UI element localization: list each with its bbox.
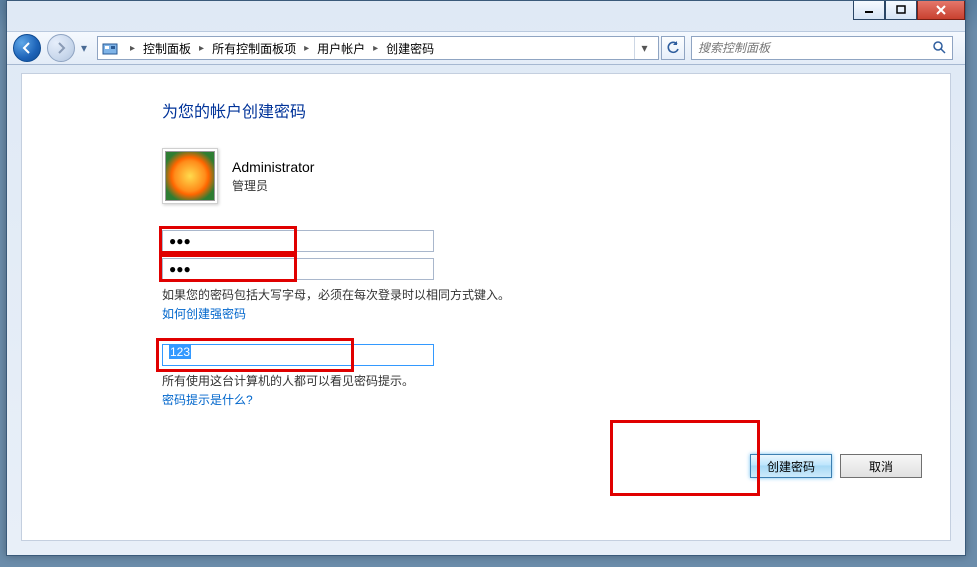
breadcrumb-segment[interactable]: 控制面板 (139, 40, 195, 57)
caps-warning-text: 如果您的密码包括大写字母，必须在每次登录时以相同方式键入。 (162, 286, 920, 303)
strong-password-link[interactable]: 如何创建强密码 (162, 305, 920, 322)
chevron-right-icon: ▸ (369, 43, 382, 54)
chevron-right-icon: ▸ (195, 43, 208, 54)
nav-forward-button[interactable] (47, 34, 75, 62)
breadcrumb-segment[interactable]: 所有控制面板项 (208, 40, 300, 57)
window-frame: ▾ ▸ 控制面板 ▸ 所有控制面板项 ▸ 用户帐户 ▸ 创建密码 ▾ 为您的帐户… (6, 0, 966, 556)
refresh-button[interactable] (661, 36, 685, 60)
nav-history-dropdown[interactable]: ▾ (77, 38, 91, 58)
highlight-box (610, 420, 760, 496)
close-button[interactable] (917, 0, 965, 20)
chevron-right-icon: ▸ (300, 43, 313, 54)
control-panel-icon (102, 40, 120, 56)
breadcrumb-segment[interactable]: 创建密码 (382, 40, 438, 57)
address-dropdown[interactable]: ▾ (634, 37, 654, 59)
chevron-right-icon: ▸ (126, 43, 139, 54)
account-info: Administrator 管理员 (162, 148, 920, 204)
breadcrumb-segment[interactable]: 用户帐户 (313, 40, 369, 57)
content-area: 为您的帐户创建密码 Administrator 管理员 如果您的密码包括大写字母… (21, 73, 951, 541)
minimize-button[interactable] (853, 0, 885, 20)
hint-info-text: 所有使用这台计算机的人都可以看见密码提示。 (162, 372, 920, 389)
nav-bar: ▾ ▸ 控制面板 ▸ 所有控制面板项 ▸ 用户帐户 ▸ 创建密码 ▾ (7, 31, 965, 65)
create-password-button[interactable]: 创建密码 (750, 454, 832, 478)
search-icon[interactable] (932, 40, 946, 57)
nav-back-button[interactable] (13, 34, 41, 62)
password-hint-input[interactable]: 123 (162, 344, 434, 366)
cancel-button[interactable]: 取消 (840, 454, 922, 478)
search-box (691, 36, 953, 60)
account-role: 管理员 (232, 177, 314, 194)
window-controls (853, 0, 965, 22)
new-password-input[interactable] (162, 230, 434, 252)
avatar (162, 148, 218, 204)
page-title: 为您的帐户创建密码 (162, 98, 920, 122)
search-input[interactable] (698, 41, 932, 55)
confirm-password-input[interactable] (162, 258, 434, 280)
maximize-button[interactable] (885, 0, 917, 20)
account-name: Administrator (232, 159, 314, 175)
address-bar[interactable]: ▸ 控制面板 ▸ 所有控制面板项 ▸ 用户帐户 ▸ 创建密码 ▾ (97, 36, 659, 60)
hint-help-link[interactable]: 密码提示是什么? (162, 391, 920, 408)
